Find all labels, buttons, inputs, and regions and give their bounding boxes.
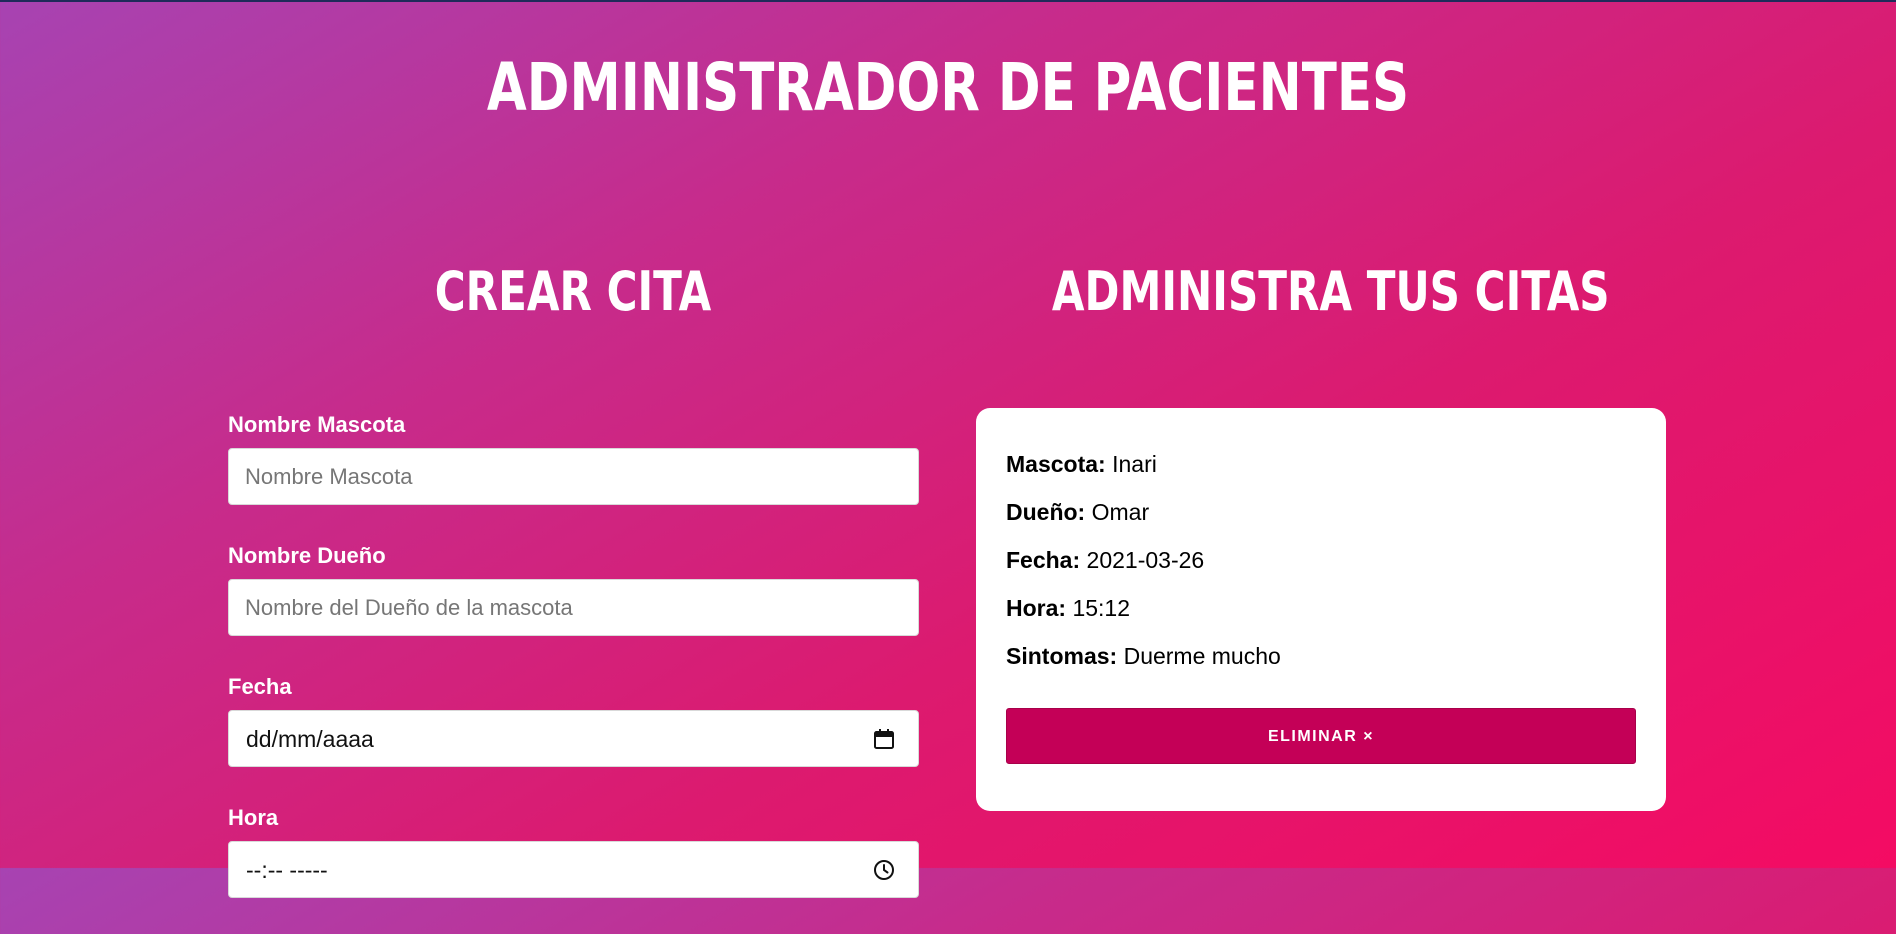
pet-label: Mascota: bbox=[1006, 451, 1106, 477]
symptoms-value: Duerme mucho bbox=[1123, 643, 1281, 669]
appointment-symptoms: Sintomas: Duerme mucho bbox=[1006, 641, 1281, 671]
page-title: Administrador de Pacientes bbox=[486, 49, 1410, 126]
pet-name-input[interactable] bbox=[229, 449, 918, 504]
appointment-date: Fecha: 2021-03-26 bbox=[1006, 545, 1204, 575]
create-appointment-form: Nombre Mascota Nombre Dueño Fecha dd/mm/… bbox=[228, 410, 919, 934]
time-input[interactable]: --:-- ----- bbox=[228, 841, 919, 898]
date-label-card: Fecha: bbox=[1006, 547, 1081, 573]
date-input[interactable]: dd/mm/aaaa bbox=[228, 710, 919, 767]
owner-label: Dueño: bbox=[1006, 499, 1086, 525]
window-top-border bbox=[0, 0, 1896, 2]
manage-appointments-title: Administra tus citas bbox=[1051, 260, 1610, 323]
calendar-icon[interactable] bbox=[872, 727, 896, 751]
time-label-card: Hora: bbox=[1006, 595, 1067, 621]
pet-name-label: Nombre Mascota bbox=[228, 412, 406, 437]
symptoms-label: Sintomas: bbox=[1006, 643, 1118, 669]
delete-appointment-button[interactable]: Eliminar × bbox=[1006, 708, 1636, 764]
owner-value: Omar bbox=[1091, 499, 1150, 525]
time-label: Hora bbox=[228, 805, 279, 830]
appointment-pet: Mascota: Inari bbox=[1006, 449, 1157, 479]
owner-name-field-box bbox=[228, 579, 919, 636]
appointment-card: Mascota: Inari Dueño: Omar Fecha: 2021-0… bbox=[976, 408, 1666, 811]
date-value: 2021-03-26 bbox=[1086, 547, 1205, 573]
create-appointment-title: Crear cita bbox=[434, 260, 712, 323]
date-input-value: dd/mm/aaaa bbox=[246, 726, 374, 752]
pet-value: Inari bbox=[1112, 451, 1157, 477]
date-label: Fecha bbox=[228, 674, 292, 699]
owner-name-label: Nombre Dueño bbox=[228, 543, 386, 568]
pet-name-field-box bbox=[228, 448, 919, 505]
appointment-time: Hora: 15:12 bbox=[1006, 593, 1130, 623]
time-value: 15:12 bbox=[1072, 595, 1131, 621]
owner-name-input[interactable] bbox=[229, 580, 918, 635]
appointment-owner: Dueño: Omar bbox=[1006, 497, 1149, 527]
clock-icon[interactable] bbox=[872, 858, 896, 882]
time-input-value: --:-- ----- bbox=[246, 857, 328, 883]
